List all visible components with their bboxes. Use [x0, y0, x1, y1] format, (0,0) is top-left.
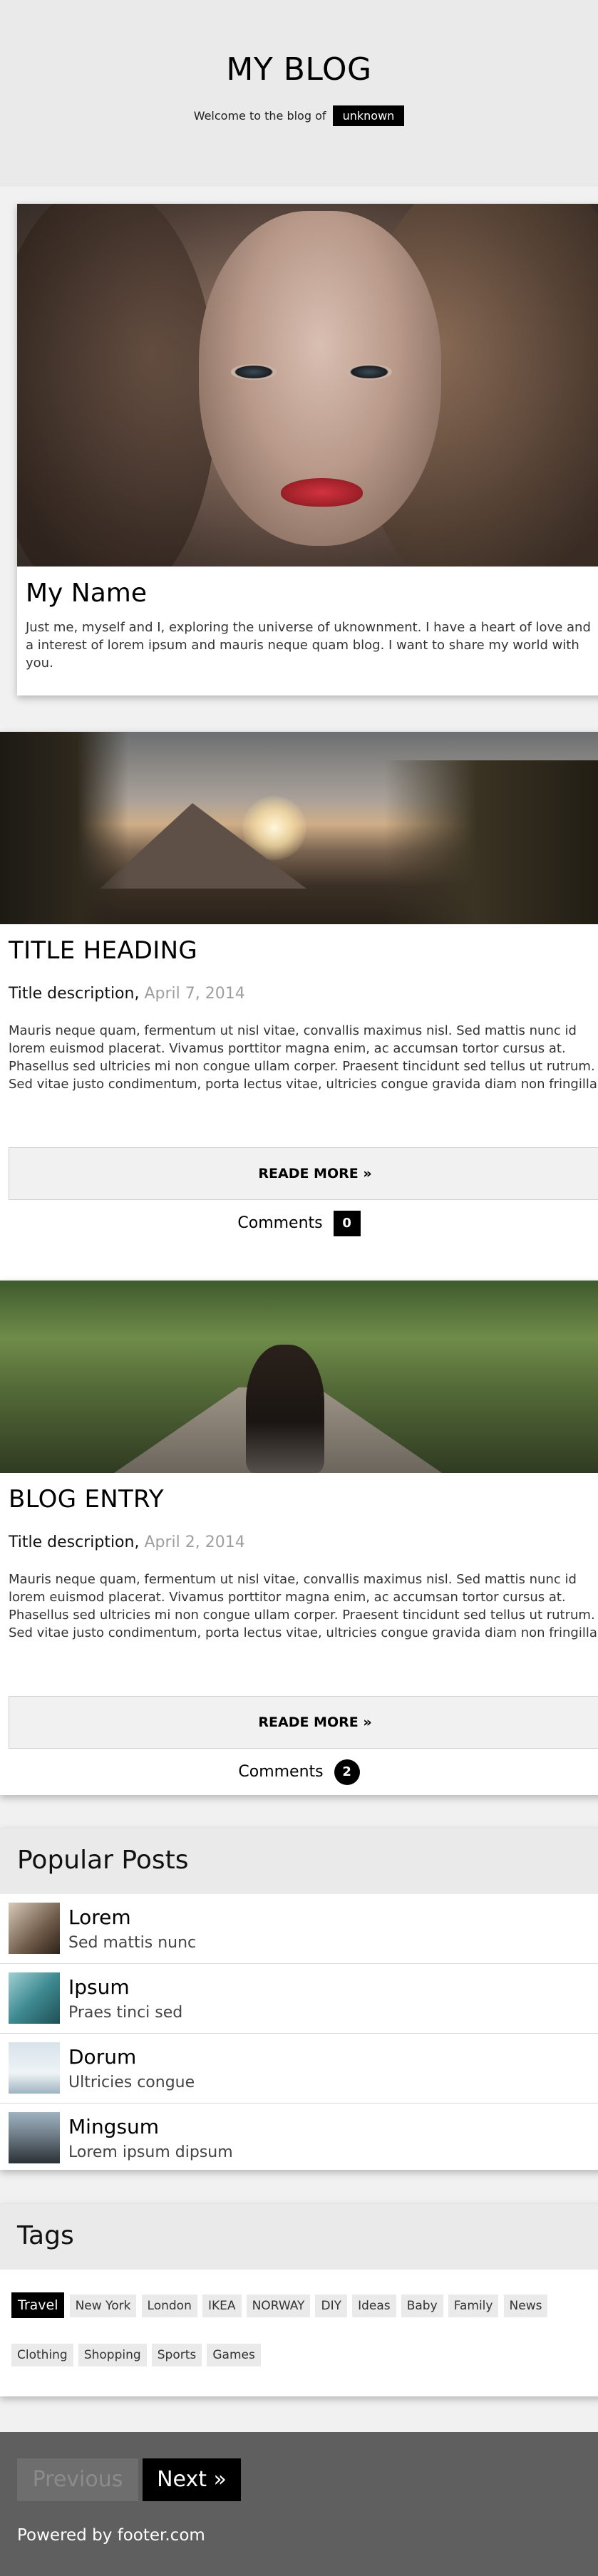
- profile-photo: [17, 204, 598, 567]
- post-description-text: Title description,: [9, 1533, 140, 1551]
- tag-sports[interactable]: Sports: [151, 2344, 202, 2366]
- read-more-button[interactable]: READE MORE »: [9, 1147, 598, 1200]
- previous-button[interactable]: Previous: [17, 2458, 138, 2501]
- post-description-text: Title description,: [9, 985, 140, 1003]
- blog-post: TITLE HEADING Title description, April 7…: [0, 732, 598, 1305]
- powered-by-text: Powered by footer.com: [17, 2526, 205, 2545]
- blog-post: BLOG ENTRY Title description, April 2, 2…: [0, 1281, 598, 1795]
- post-body: Mauris neque quam, fermentum ut nisl vit…: [9, 1572, 598, 1640]
- post-date: April 7, 2014: [144, 985, 245, 1003]
- post-image: [0, 1281, 598, 1473]
- username-badge: unknown: [332, 105, 405, 126]
- tag-games[interactable]: Games: [207, 2344, 261, 2366]
- tag-diy[interactable]: DIY: [315, 2295, 347, 2317]
- page: MY BLOG Welcome to the blog of unknown M…: [0, 0, 598, 2576]
- comments-count-badge: 2: [334, 1759, 360, 1785]
- tags-heading: Tags: [0, 2204, 598, 2270]
- tag-travel[interactable]: Travel: [11, 2292, 65, 2318]
- popular-posts-heading: Popular Posts: [0, 1828, 598, 1894]
- read-more-button[interactable]: READE MORE »: [9, 1696, 598, 1749]
- comments-row[interactable]: Comments 2: [0, 1759, 598, 1785]
- popular-post-thumbnail: [9, 1972, 60, 2024]
- popular-post-title: Ipsum: [68, 1975, 130, 1999]
- profile-name: My Name: [26, 579, 148, 608]
- post-description: Title description, April 2, 2014: [9, 1533, 245, 1551]
- popular-post-subtitle: Lorem ipsum dipsum: [68, 2143, 233, 2161]
- popular-posts-panel: Popular Posts Lorem Sed mattis nunc Ipsu…: [0, 1828, 598, 2170]
- popular-post-title: Lorem: [68, 1905, 131, 1929]
- tags-panel: Tags Travel New York London IKEA NORWAY …: [0, 2204, 598, 2396]
- site-title: MY BLOG: [226, 51, 372, 88]
- tag-norway[interactable]: NORWAY: [246, 2295, 311, 2317]
- profile-card: My Name Just me, myself and I, exploring…: [17, 204, 598, 695]
- post-title: BLOG ENTRY: [9, 1485, 164, 1514]
- popular-post-item[interactable]: Dorum Ultricies congue: [0, 2034, 598, 2104]
- popular-post-item[interactable]: Ipsum Praes tinci sed: [0, 1964, 598, 2034]
- site-header: MY BLOG Welcome to the blog of unknown: [0, 0, 598, 187]
- popular-post-thumbnail: [9, 1903, 60, 1954]
- post-description: Title description, April 7, 2014: [9, 985, 245, 1003]
- comments-row[interactable]: Comments 0: [0, 1211, 598, 1236]
- popular-post-subtitle: Ultricies congue: [68, 2074, 195, 2091]
- tag-family[interactable]: Family: [448, 2295, 499, 2317]
- tag-london[interactable]: London: [141, 2295, 197, 2317]
- popular-post-thumbnail: [9, 2042, 60, 2094]
- tag-ikea[interactable]: IKEA: [202, 2295, 242, 2317]
- popular-post-item[interactable]: Lorem Sed mattis nunc: [0, 1894, 598, 1964]
- post-body: Mauris neque quam, fermentum ut nisl vit…: [9, 1023, 598, 1092]
- popular-post-subtitle: Praes tinci sed: [68, 2004, 183, 2022]
- post-title: TITLE HEADING: [9, 936, 197, 965]
- popular-post-item[interactable]: Mingsum Lorem ipsum dipsum: [0, 2104, 598, 2170]
- tag-ideas[interactable]: Ideas: [352, 2295, 396, 2317]
- tag-new-york[interactable]: New York: [69, 2295, 137, 2317]
- popular-post-thumbnail: [9, 2112, 60, 2163]
- tag-shopping[interactable]: Shopping: [78, 2344, 147, 2366]
- profile-bio: Just me, myself and I, exploring the uni…: [26, 620, 591, 671]
- popular-post-title: Dorum: [68, 2045, 137, 2069]
- site-footer: Previous Next » Powered by footer.com: [0, 2432, 598, 2576]
- post-image: [0, 732, 598, 924]
- post-date: April 2, 2014: [144, 1533, 245, 1551]
- comments-label: Comments: [237, 1214, 323, 1232]
- popular-post-title: Mingsum: [68, 2115, 160, 2138]
- tag-list: Travel New York London IKEA NORWAY DIY I…: [0, 2270, 598, 2392]
- next-button[interactable]: Next »: [143, 2458, 241, 2501]
- comments-count-badge: 0: [333, 1211, 361, 1236]
- tag-news[interactable]: News: [503, 2295, 548, 2317]
- welcome-text: Welcome to the blog of: [193, 109, 326, 123]
- comments-label: Comments: [238, 1763, 324, 1781]
- tag-clothing[interactable]: Clothing: [11, 2344, 73, 2366]
- tag-baby[interactable]: Baby: [401, 2295, 443, 2317]
- welcome-line: Welcome to the blog of unknown: [0, 105, 598, 126]
- popular-post-subtitle: Sed mattis nunc: [68, 1934, 197, 1952]
